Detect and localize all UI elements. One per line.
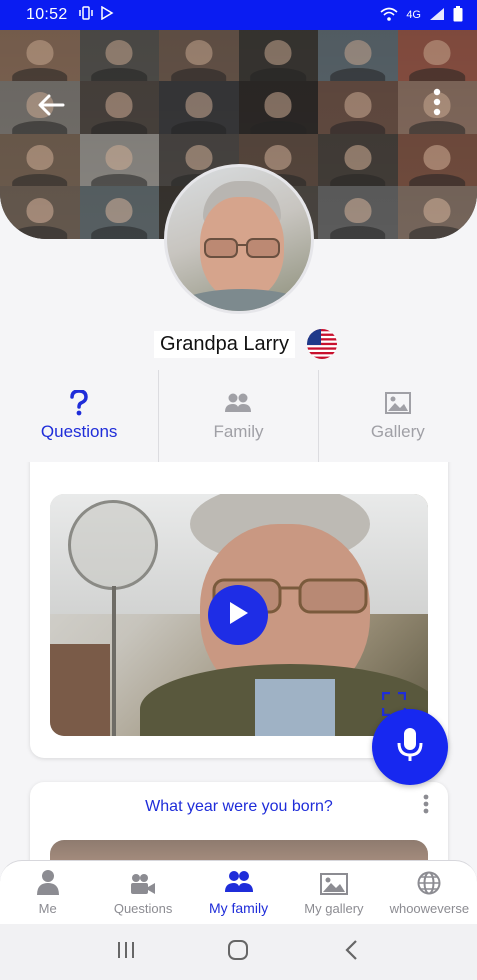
more-vertical-icon	[423, 794, 429, 819]
back-icon	[344, 939, 358, 966]
globe-icon	[417, 869, 441, 895]
recent-apps-button[interactable]	[106, 932, 146, 972]
nav-label: whooweverse	[389, 901, 470, 916]
us-flag-icon	[306, 329, 337, 359]
question-card: What year were you born?	[30, 782, 448, 860]
video-answer-card	[30, 462, 448, 758]
video-camera-icon	[130, 869, 156, 895]
tab-gallery[interactable]: Gallery	[317, 370, 477, 462]
nav-label: My family	[208, 900, 269, 916]
profile-name-row: Grandpa Larry	[0, 326, 477, 362]
more-vertical-icon	[433, 88, 441, 121]
recent-apps-icon	[116, 940, 136, 965]
video-fan-stand	[112, 586, 116, 736]
question-more-button[interactable]	[420, 794, 432, 818]
answer-video[interactable]	[50, 494, 428, 736]
nav-my-gallery[interactable]: My gallery	[286, 861, 381, 924]
video-fan	[68, 500, 158, 590]
wifi-icon	[380, 6, 398, 25]
play-store-icon	[100, 5, 114, 25]
play-icon	[226, 600, 250, 631]
arrow-left-icon	[37, 94, 65, 121]
questions-feed[interactable]: What year were you born?	[0, 462, 477, 860]
avatar[interactable]	[164, 164, 314, 314]
home-button[interactable]	[218, 932, 258, 972]
status-bar: 10:52 4G	[0, 0, 477, 30]
nav-me[interactable]: Me	[0, 861, 95, 924]
answer-video-thumbnail[interactable]	[50, 840, 428, 860]
tab-label: Questions	[40, 422, 118, 441]
question-text[interactable]: What year were you born?	[30, 798, 448, 816]
nav-whooweverse[interactable]: whooweverse	[382, 861, 477, 924]
image-icon	[384, 390, 411, 416]
tab-family[interactable]: Family	[158, 370, 317, 462]
profile-tabs: Questions Family Gallery	[0, 370, 477, 462]
question-mark-icon	[69, 390, 89, 416]
network-label: 4G	[406, 9, 421, 21]
nav-label: Questions	[113, 901, 173, 916]
record-answer-button[interactable]	[372, 709, 448, 785]
tab-label: Family	[213, 422, 264, 441]
people-icon	[225, 390, 252, 416]
video-chair	[50, 644, 110, 736]
home-icon	[227, 939, 249, 966]
person-icon	[36, 869, 59, 895]
play-button[interactable]	[208, 585, 268, 645]
video-person-shirt	[255, 679, 335, 736]
vibrate-icon	[78, 5, 94, 26]
avatar-shirt	[173, 289, 311, 311]
status-left-icons	[78, 5, 114, 26]
status-right: 4G	[380, 5, 463, 25]
nav-questions[interactable]: Questions	[95, 861, 190, 924]
tab-label: Gallery	[370, 422, 425, 441]
nav-label: Me	[38, 901, 57, 916]
profile-name: Grandpa Larry	[154, 330, 295, 358]
nav-label: My gallery	[304, 901, 364, 916]
status-time: 10:52	[26, 6, 68, 23]
avatar-glasses	[204, 238, 280, 258]
back-button[interactable]	[34, 90, 68, 124]
microphone-icon	[397, 727, 423, 768]
people-icon	[224, 868, 253, 894]
system-back-button[interactable]	[331, 932, 371, 972]
system-navigation	[0, 924, 477, 980]
battery-icon	[453, 5, 463, 25]
more-options-button[interactable]	[427, 86, 447, 122]
nav-my-family[interactable]: My family	[191, 861, 286, 924]
image-icon	[319, 869, 348, 895]
bottom-navigation: Me Questions My family My gallery whoowe…	[0, 860, 477, 924]
tab-questions[interactable]: Questions	[0, 370, 158, 462]
signal-icon	[429, 7, 445, 24]
